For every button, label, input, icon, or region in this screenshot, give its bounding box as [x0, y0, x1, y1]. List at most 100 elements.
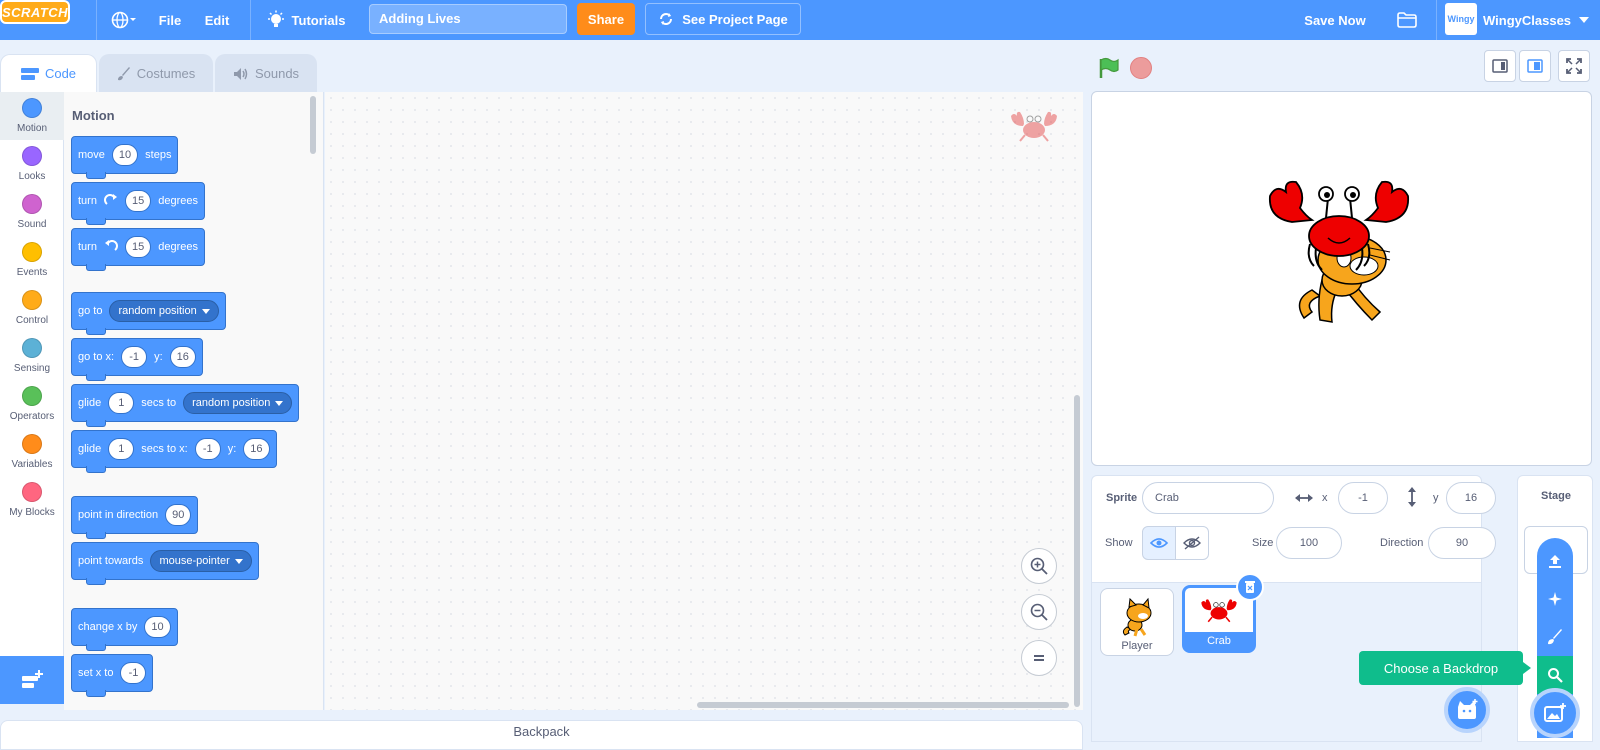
sound-color-dot	[22, 194, 42, 214]
surprise-backdrop-button[interactable]	[1537, 580, 1573, 618]
cat-add-icon	[1458, 699, 1478, 719]
steps-input[interactable]: 10	[111, 144, 139, 166]
secs-input[interactable]: 1	[108, 438, 135, 460]
backpack-header[interactable]: Backpack	[0, 720, 1083, 750]
y-position-input[interactable]: 16	[1446, 482, 1496, 514]
project-title-input[interactable]: Adding Lives	[369, 4, 567, 34]
sprite-tile-player[interactable]: Player	[1100, 588, 1174, 656]
hide-sprite-button[interactable]	[1175, 526, 1209, 560]
paint-backdrop-button[interactable]	[1537, 618, 1573, 656]
block-point-towards[interactable]: point towards mouse-pointer	[71, 542, 259, 585]
dropdown-value: random position	[118, 305, 197, 317]
direction-input[interactable]: 90	[1428, 527, 1496, 559]
category-events[interactable]: Events	[0, 236, 64, 284]
large-stage-button[interactable]	[1519, 50, 1551, 82]
block-go-to[interactable]: go to random position	[71, 292, 226, 335]
my-stuff-button[interactable]	[1392, 0, 1422, 40]
category-my-blocks[interactable]: My Blocks	[0, 476, 64, 524]
direction-input[interactable]: 90	[165, 504, 192, 526]
code-horizontal-scrollbar[interactable]	[697, 702, 1069, 708]
stop-button[interactable]	[1130, 57, 1152, 79]
block-glide-xy[interactable]: glide 1 secs to x: -1 y: 16	[71, 430, 277, 473]
username[interactable]: WingyClasses	[1483, 0, 1577, 40]
block-change-x[interactable]: change x by 10	[71, 608, 178, 651]
code-workspace[interactable]	[325, 92, 1083, 710]
zoom-out-icon	[1030, 603, 1048, 621]
block-text: degrees	[158, 241, 198, 253]
speaker-icon	[233, 67, 248, 80]
show-sprite-button[interactable]	[1142, 526, 1176, 560]
size-input[interactable]: 100	[1276, 527, 1342, 559]
block-set-x[interactable]: set x to -1	[71, 654, 154, 697]
tab-sounds[interactable]: Sounds	[215, 54, 317, 92]
zoom-reset-button[interactable]	[1021, 640, 1057, 676]
code-vertical-scrollbar[interactable]	[1074, 395, 1080, 707]
tab-costumes[interactable]: Costumes	[99, 54, 213, 92]
x-position-input[interactable]: -1	[1338, 482, 1388, 514]
category-label: Sensing	[13, 363, 51, 374]
zoom-in-button[interactable]	[1021, 548, 1057, 584]
upload-backdrop-button[interactable]	[1537, 542, 1573, 580]
block-move-steps[interactable]: move 10 steps	[71, 136, 179, 179]
block-turn-right[interactable]: turn 15 degrees	[71, 182, 205, 225]
avatar[interactable]: Wingy	[1445, 3, 1477, 35]
fullscreen-button[interactable]	[1558, 50, 1590, 82]
block-go-to-xy[interactable]: go to x: -1 y: 16	[71, 338, 203, 381]
category-motion[interactable]: Motion	[0, 92, 64, 140]
change-x-input[interactable]: 10	[144, 616, 171, 638]
choose-sprite-button[interactable]	[1444, 687, 1490, 733]
choose-backdrop-button[interactable]	[1530, 688, 1580, 738]
share-button[interactable]: Share	[577, 3, 635, 35]
block-point-in-direction[interactable]: point in direction 90	[71, 496, 199, 539]
file-menu[interactable]: File	[152, 0, 188, 40]
fullscreen-icon	[1566, 58, 1582, 74]
x-input[interactable]: -1	[194, 438, 221, 460]
delete-sprite-button[interactable]	[1236, 573, 1264, 601]
sprite-name-input[interactable]: Crab	[1142, 482, 1274, 514]
y-input[interactable]: 16	[169, 346, 196, 368]
my-blocks-color-dot	[22, 482, 42, 502]
palette-scrollbar[interactable]	[310, 96, 316, 154]
paintbrush-icon	[1548, 629, 1562, 645]
block-palette: Motion move 10 steps turn 15 degrees tur…	[64, 92, 324, 710]
green-flag-button[interactable]	[1097, 56, 1121, 80]
secs-input[interactable]: 1	[108, 392, 135, 414]
y-input[interactable]: 16	[243, 438, 270, 460]
save-now-button[interactable]: Save Now	[1300, 0, 1370, 40]
category-looks[interactable]: Looks	[0, 140, 64, 188]
small-stage-button[interactable]	[1484, 50, 1516, 82]
add-extension-button[interactable]	[0, 656, 64, 704]
trash-icon	[1245, 581, 1255, 593]
degrees-input[interactable]: 15	[124, 190, 152, 212]
edit-menu[interactable]: Edit	[198, 0, 236, 40]
category-operators[interactable]: Operators	[0, 380, 64, 428]
block-glide-to[interactable]: glide 1 secs to random position	[71, 384, 300, 427]
sensing-color-dot	[22, 338, 42, 358]
see-project-page-button[interactable]: See Project Page	[645, 3, 801, 35]
point-towards-dropdown[interactable]: mouse-pointer	[150, 550, 252, 572]
category-sound[interactable]: Sound	[0, 188, 64, 236]
degrees-input[interactable]: 15	[124, 236, 152, 258]
block-turn-left[interactable]: turn 15 degrees	[71, 228, 205, 271]
category-label: Motion	[16, 123, 47, 134]
scratch-logo[interactable]: SCRATCH	[0, 0, 70, 24]
account-dropdown[interactable]	[1578, 0, 1590, 40]
category-sensing[interactable]: Sensing	[0, 332, 64, 380]
tab-code[interactable]: Code	[0, 54, 97, 92]
tutorials-button[interactable]: Tutorials	[258, 0, 354, 40]
sprite-info-panel: Sprite Crab x -1 y 16 Show Size 100 Dire…	[1091, 475, 1496, 583]
category-variables[interactable]: Variables	[0, 428, 64, 476]
variables-color-dot	[22, 434, 42, 454]
glide-target-dropdown[interactable]: random position	[183, 392, 293, 414]
stage-canvas[interactable]	[1091, 91, 1592, 466]
set-x-input[interactable]: -1	[120, 662, 147, 684]
category-control[interactable]: Control	[0, 284, 64, 332]
menu-bar: SCRATCH File Edit Tutorials Adding Lives…	[0, 0, 1600, 40]
x-input[interactable]: -1	[121, 346, 148, 368]
language-menu-button[interactable]	[104, 0, 144, 40]
go-to-target-dropdown[interactable]: random position	[109, 300, 219, 322]
block-text: y:	[154, 351, 163, 363]
zoom-out-button[interactable]	[1021, 594, 1057, 630]
folder-icon	[1397, 12, 1417, 28]
current-sprite-crab-watermark	[1011, 111, 1057, 142]
